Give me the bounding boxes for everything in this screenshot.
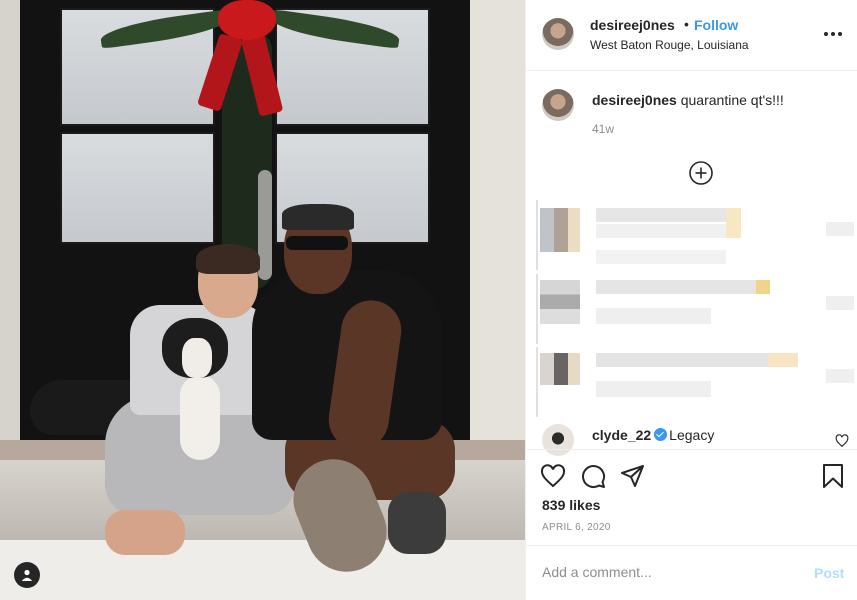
reply-line — [536, 347, 538, 417]
blurred-avatar — [540, 208, 580, 252]
post-caption: desireej0nes quarantine qt's!!! — [592, 92, 842, 108]
likes-count[interactable]: 839 likes — [542, 497, 600, 513]
verified-badge-icon — [654, 428, 668, 441]
sidewalk — [0, 540, 525, 600]
post-header: desireej0nes • Follow West Baton Rouge, … — [526, 0, 857, 71]
post-username[interactable]: desireej0nes — [590, 17, 675, 33]
blurred-text — [768, 353, 798, 367]
add-comment-bar: Post — [526, 545, 857, 600]
blurred-text — [826, 222, 854, 236]
dog-face — [182, 338, 212, 378]
post-side-panel: desireej0nes • Follow West Baton Rouge, … — [525, 0, 857, 600]
action-bar: 839 likes APRIL 6, 2020 — [526, 449, 857, 545]
caption-username[interactable]: desireej0nes — [592, 92, 677, 108]
comment-like-heart-icon[interactable] — [835, 434, 849, 448]
sneaker — [388, 492, 446, 554]
comment-icon[interactable] — [580, 463, 606, 489]
blurred-text — [596, 308, 711, 324]
caption-avatar[interactable] — [542, 89, 574, 121]
comment: clyde_22 Legacy — [592, 427, 714, 443]
separator: • — [684, 16, 689, 32]
caption-time: 41w — [592, 122, 615, 136]
more-options-icon[interactable] — [824, 28, 848, 40]
sunglasses — [286, 236, 348, 250]
caption-text: quarantine qt's!!! — [680, 92, 784, 108]
blurred-text — [826, 296, 854, 310]
comment-username[interactable]: clyde_22 — [592, 427, 651, 443]
dog — [180, 375, 220, 460]
blurred-text — [596, 381, 711, 397]
woman-hair — [196, 244, 260, 274]
user-tag-icon[interactable] — [14, 562, 40, 588]
heart-icon[interactable] — [540, 463, 566, 489]
man-cap — [282, 204, 354, 230]
post-date[interactable]: APRIL 6, 2020 — [542, 522, 611, 533]
wall — [470, 0, 525, 440]
post-comment-button[interactable]: Post — [814, 565, 844, 581]
blurred-text — [596, 280, 756, 294]
reply-line — [536, 200, 538, 270]
blurred-text — [596, 353, 771, 367]
comment-input[interactable] — [542, 564, 802, 580]
plus-circle-icon[interactable] — [688, 160, 714, 186]
door-pane — [60, 132, 215, 244]
paper-plane-icon[interactable] — [620, 463, 646, 489]
door-handle — [258, 170, 272, 280]
blurred-text — [596, 250, 726, 264]
blurred-avatar — [540, 353, 580, 385]
blurred-text — [596, 208, 741, 222]
woman-feet — [105, 510, 185, 555]
blurred-text — [726, 208, 741, 238]
red-bow — [218, 0, 276, 40]
follow-button[interactable]: Follow — [694, 17, 738, 33]
avatar[interactable] — [542, 18, 574, 50]
bookmark-icon[interactable] — [820, 463, 846, 489]
blurred-avatar — [540, 280, 580, 324]
blurred-comment — [536, 200, 857, 270]
wall — [0, 0, 20, 440]
comment-text: Legacy — [669, 427, 715, 443]
blurred-comment — [536, 274, 857, 344]
blurred-text — [596, 224, 726, 238]
post-photo[interactable] — [0, 0, 525, 600]
blurred-comment — [536, 347, 857, 417]
blurred-text — [826, 369, 854, 383]
reply-line — [536, 274, 538, 344]
post-location[interactable]: West Baton Rouge, Louisiana — [590, 38, 749, 52]
blurred-text — [756, 280, 770, 294]
